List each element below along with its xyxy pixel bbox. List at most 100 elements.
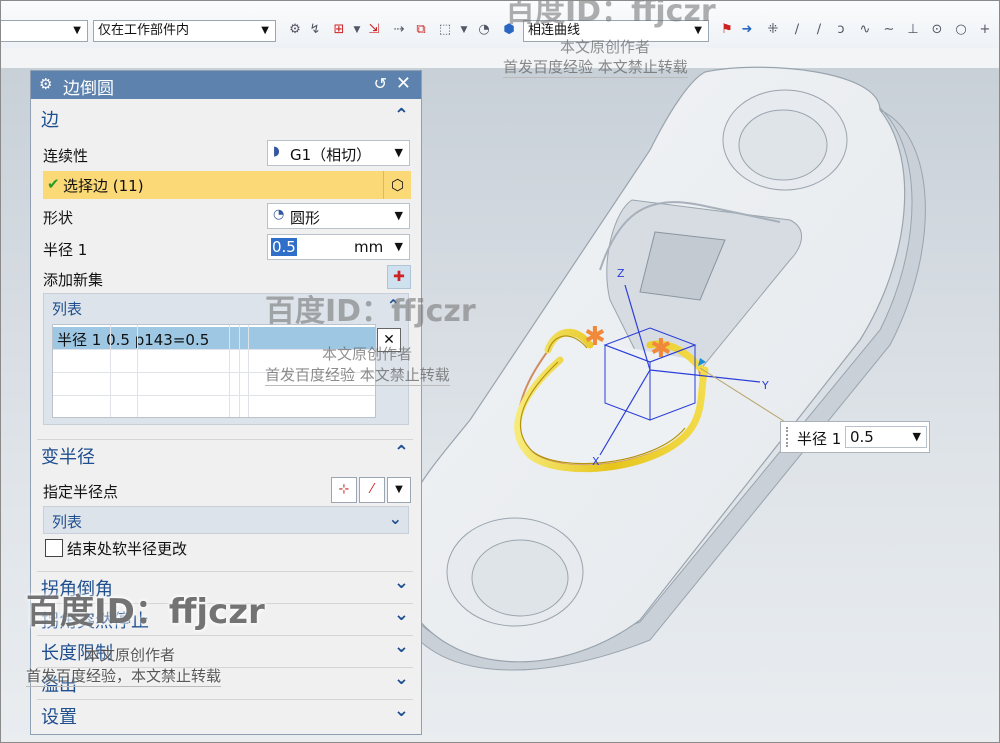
radius-input[interactable]: 0.5 mm ▼ bbox=[267, 234, 410, 260]
table-cell: 半径 1 0.5 p143=0.5 bbox=[57, 331, 210, 349]
callout-label: 半径 1 bbox=[797, 430, 842, 448]
continuity-label: 连续性 bbox=[43, 147, 89, 165]
gear-icon[interactable]: ⚙ bbox=[39, 75, 52, 93]
edge-section-header[interactable]: 边 ⌃ bbox=[37, 103, 413, 131]
top-hole-inner bbox=[738, 109, 828, 181]
face-select-icon[interactable]: ◔ bbox=[475, 20, 493, 40]
chevron-down-icon[interactable]: ⌄ bbox=[394, 604, 409, 625]
wave-icon[interactable]: ∼ bbox=[880, 20, 898, 40]
rectangle-select-icon[interactable]: ⬚ bbox=[436, 20, 454, 40]
delete-set-button[interactable]: ✕ bbox=[377, 328, 401, 352]
chevron-down-icon[interactable]: ▼ bbox=[348, 20, 366, 40]
soft-radius-checkbox[interactable] bbox=[45, 539, 63, 557]
chevron-down-icon[interactable]: ⌄ bbox=[394, 668, 409, 689]
stop-at-intersection-icon[interactable]: ⚑ bbox=[718, 20, 736, 40]
chevron-up-icon[interactable]: ⌃ bbox=[394, 442, 409, 463]
list-title: 列表 bbox=[52, 300, 83, 318]
variable-radius-section-header[interactable]: 变半径 ⌃ bbox=[37, 439, 413, 468]
dialog-title-bar[interactable]: ⚙ 边倒圆 ↺ ✕ bbox=[31, 71, 421, 99]
shape-dropdown[interactable]: ◔ 圆形 ▼ bbox=[267, 203, 410, 229]
curve-rule-dropdown[interactable]: 相连曲线 ▼ bbox=[523, 20, 709, 42]
chevron-down-icon[interactable]: ⌄ bbox=[394, 572, 409, 593]
select-edge-cube-button[interactable]: ⬡ bbox=[383, 171, 411, 199]
chevron-down-icon[interactable]: ⌄ bbox=[394, 700, 409, 721]
plus-icon[interactable]: + bbox=[976, 20, 994, 40]
arc-icon[interactable]: ↄ bbox=[832, 20, 850, 40]
handle-marker: ✱ bbox=[584, 322, 606, 352]
pattern-icon[interactable]: ↯ bbox=[306, 20, 324, 40]
selection-scope-dropdown[interactable]: 仅在工作部件内 ▼ bbox=[93, 20, 276, 42]
axis-y-label: Y bbox=[761, 379, 769, 392]
chevron-down-icon[interactable]: ▼ bbox=[455, 20, 473, 40]
corner-setback-section[interactable]: 拐角倒角 ⌄ bbox=[37, 571, 413, 600]
radius-unit: mm bbox=[354, 238, 384, 256]
shape-label: 形状 bbox=[43, 209, 74, 227]
continuity-dropdown[interactable]: ◗ G1（相切） ▼ bbox=[267, 140, 410, 166]
column-divider bbox=[248, 325, 249, 417]
inferred-point-button[interactable]: ⁄ bbox=[359, 477, 385, 503]
tangent-icon[interactable]: ⊥ bbox=[904, 20, 922, 40]
soft-radius-label: 结束处软半径更改 bbox=[67, 540, 188, 558]
chevron-down-icon[interactable]: ⌄ bbox=[394, 636, 409, 657]
type-filter-dropdown[interactable]: ▼ bbox=[0, 20, 88, 42]
edge-set-list: 列表 ⌃ 半径 1 0.5 p143=0.5 ✕ bbox=[43, 293, 409, 425]
section-title: 拐角倒角 bbox=[41, 579, 113, 600]
chevron-down-icon[interactable]: ▼ bbox=[395, 240, 403, 253]
column-divider bbox=[110, 325, 111, 417]
point-dialog-button[interactable]: ⊹ bbox=[331, 477, 357, 503]
checkmark-icon: ✔ bbox=[47, 175, 60, 193]
settings-section[interactable]: 设置 ⌄ bbox=[37, 699, 413, 728]
chevron-up-icon[interactable]: ⌃ bbox=[387, 296, 400, 315]
table-row[interactable]: 半径 1 0.5 p143=0.5 bbox=[53, 327, 375, 350]
drag-grip-icon[interactable] bbox=[786, 427, 792, 447]
snap-point-icon[interactable]: ⁜ bbox=[764, 20, 782, 40]
wand-icon: ⁄ bbox=[370, 482, 374, 497]
radius-label: 半径 1 bbox=[43, 241, 88, 259]
table-row[interactable] bbox=[53, 396, 375, 418]
chevron-down-icon: ▼ bbox=[261, 25, 269, 36]
body-select-icon[interactable]: ⧉ bbox=[412, 20, 430, 40]
stop-short-section[interactable]: 拐角突然停止 ⌄ bbox=[37, 603, 413, 632]
section-title: 溢出 bbox=[41, 675, 77, 696]
close-icon[interactable]: ✕ bbox=[396, 73, 411, 94]
overflow-section[interactable]: 溢出 ⌄ bbox=[37, 667, 413, 696]
arrow-select-icon[interactable]: ⇲ bbox=[365, 20, 383, 40]
follow-fillet-icon[interactable]: ➜ bbox=[738, 20, 756, 40]
circle-center-icon[interactable]: ○ bbox=[952, 20, 970, 40]
select-edge-label: 选择边 (11) bbox=[63, 177, 144, 195]
chevron-down-icon: ▼ bbox=[912, 430, 921, 443]
variable-radius-list-header[interactable]: 列表 ⌄ bbox=[43, 506, 409, 534]
chevron-down-icon[interactable]: ⌄ bbox=[389, 509, 402, 528]
column-divider bbox=[137, 325, 138, 417]
chevron-down-icon: ▼ bbox=[694, 25, 702, 36]
select-edge-row[interactable]: ✔ 选择边 (11) bbox=[43, 171, 383, 199]
line-icon[interactable]: ∕ bbox=[810, 20, 828, 40]
column-divider bbox=[229, 325, 230, 417]
variable-radius-title: 变半径 bbox=[41, 447, 95, 468]
section-title: 设置 bbox=[41, 707, 77, 728]
add-point-icon[interactable]: ⊞ bbox=[330, 20, 348, 40]
add-new-set-label: 添加新集 bbox=[43, 271, 104, 289]
selection-toolbar: ▼ 仅在工作部件内 ▼ ⚙ ↯ ⊞ ▼ ⇲ ⇢ ⧉ ⬚ ▼ ◔ ⬢ 相连曲线 ▼… bbox=[0, 0, 1000, 49]
section-title: 长度限制 bbox=[41, 643, 113, 664]
circle-icon[interactable]: ⊙ bbox=[928, 20, 946, 40]
radius-value: 0.5 bbox=[271, 238, 297, 256]
feature-select-icon[interactable]: ⇢ bbox=[390, 20, 408, 40]
specify-radius-point-label: 指定半径点 bbox=[43, 483, 119, 501]
point-type-dropdown[interactable]: ▼ bbox=[387, 477, 411, 503]
spline-icon[interactable]: ∿ bbox=[856, 20, 874, 40]
chevron-down-icon: ▼ bbox=[395, 484, 403, 495]
table-row[interactable] bbox=[53, 373, 375, 396]
cube-icon[interactable]: ⬢ bbox=[500, 20, 518, 40]
line-icon[interactable]: ∕ bbox=[788, 20, 806, 40]
chevron-up-icon[interactable]: ⌃ bbox=[394, 105, 409, 126]
add-new-set-button[interactable]: ✚ bbox=[387, 265, 411, 289]
dialog-title: 边倒圆 bbox=[63, 79, 114, 99]
length-limit-section[interactable]: 长度限制 ⌄ bbox=[37, 635, 413, 664]
reset-icon[interactable]: ↺ bbox=[374, 74, 387, 93]
edge-set-table: 半径 1 0.5 p143=0.5 bbox=[52, 324, 376, 418]
callout-radius-dropdown[interactable]: 0.5 ▼ bbox=[845, 426, 927, 448]
snap-icon[interactable]: ⚙ bbox=[286, 20, 304, 40]
continuity-value: G1（相切） bbox=[290, 146, 372, 164]
table-row[interactable] bbox=[53, 350, 375, 373]
